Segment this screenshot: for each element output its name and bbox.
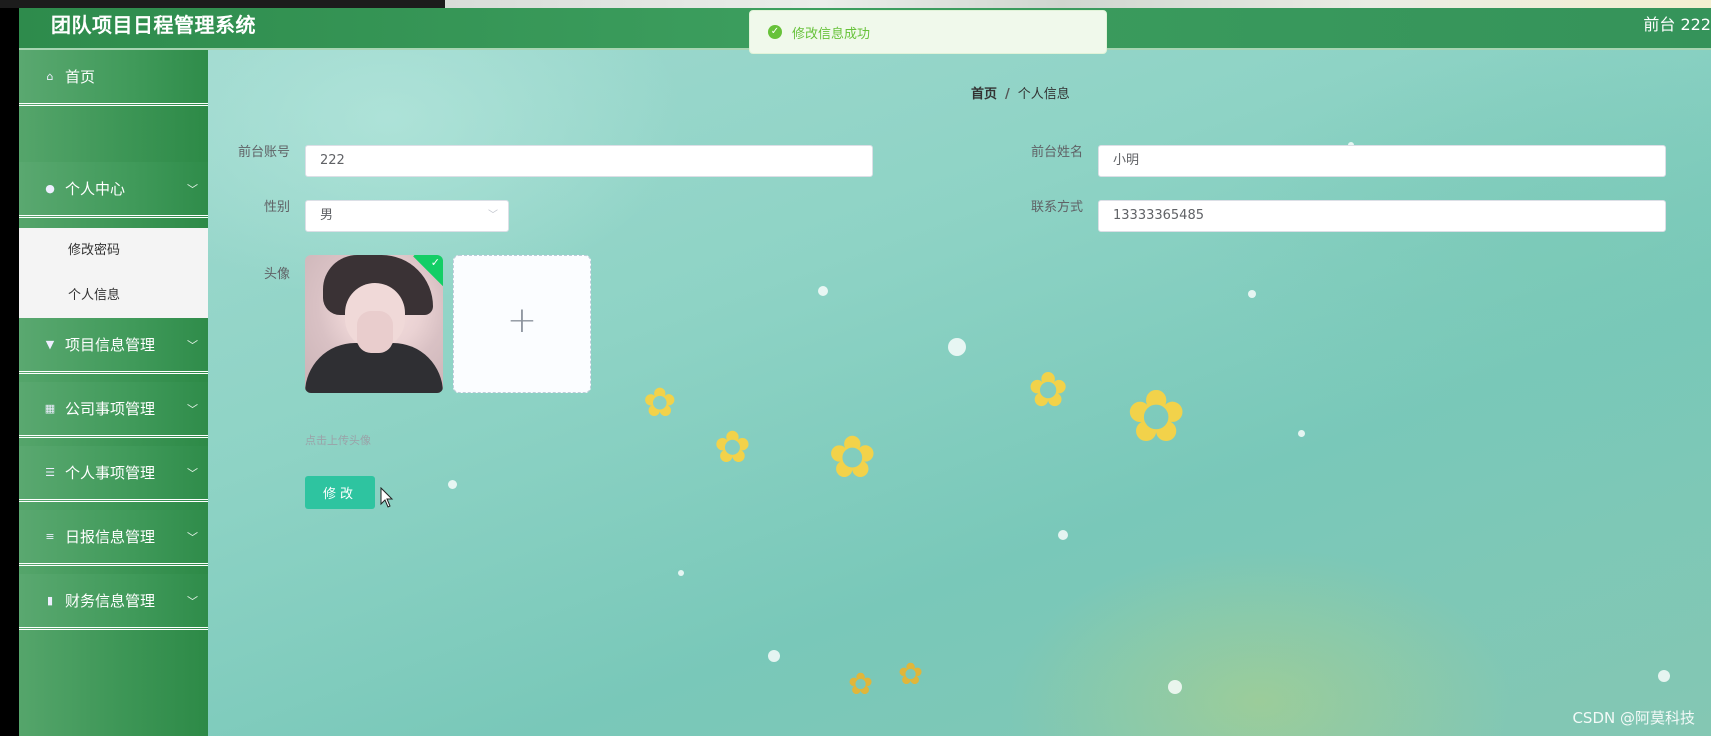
- list-icon: ☰: [45, 466, 55, 479]
- submenu-personal-center: 修改密码 个人信息: [19, 228, 208, 318]
- breadcrumb-separator: /: [1005, 87, 1010, 102]
- sliders-icon: ≡: [45, 530, 55, 543]
- flag-icon: ▼: [45, 338, 55, 351]
- plus-icon: +: [506, 300, 538, 341]
- check-circle-icon: ✓: [768, 25, 782, 39]
- avatar-hand: [357, 311, 393, 353]
- user-icon: ●: [45, 182, 55, 195]
- breadcrumb-current: 个人信息: [1017, 87, 1070, 102]
- grid-icon: ▦: [44, 402, 56, 415]
- bg-flower: ✿: [828, 423, 877, 491]
- sidebar-item-project-info[interactable]: ▼ 项目信息管理 ﹀: [19, 318, 208, 374]
- sidebar-item-label: 项目信息管理: [65, 336, 156, 354]
- mouse-cursor-icon: [380, 487, 394, 508]
- bg-bokeh: [768, 650, 780, 662]
- sidebar-subitem-personal-info[interactable]: 个人信息: [19, 273, 208, 318]
- chevron-down-icon: ﹀: [488, 210, 498, 221]
- bg-bokeh: [1248, 290, 1256, 298]
- app-title: 团队项目日程管理系统: [51, 13, 256, 37]
- submit-button[interactable]: 修改: [305, 476, 375, 509]
- home-icon: ⌂: [46, 70, 54, 83]
- sidebar-item-label: 个人事项管理: [65, 464, 156, 482]
- bg-bokeh: [1658, 670, 1670, 682]
- success-toast: ✓ 修改信息成功: [749, 10, 1107, 54]
- sidebar: ⌂ 首页 ● 个人中心 ﹀ 修改密码 个人信息 ▼ 项目信息管理 ﹀ ▦ 公司事…: [19, 50, 208, 736]
- toast-message: 修改信息成功: [792, 26, 871, 42]
- bg-flower: ✿: [714, 422, 751, 473]
- sidebar-item-label: 财务信息管理: [65, 592, 156, 610]
- phone-label: 联系方式: [1030, 200, 1083, 215]
- browser-top-strip: [0, 0, 1711, 8]
- sidebar-item-finance[interactable]: ▮ 财务信息管理 ﹀: [19, 574, 208, 630]
- avatar-upload-button[interactable]: +: [453, 255, 591, 393]
- bg-bokeh: [1298, 430, 1305, 437]
- bg-bokeh: [948, 338, 966, 356]
- bg-flower: ✿: [1028, 362, 1069, 418]
- name-input[interactable]: 小明: [1098, 145, 1666, 177]
- gender-select[interactable]: 男 ﹀: [305, 200, 509, 232]
- phone-input[interactable]: 13333365485: [1098, 200, 1666, 232]
- chevron-down-icon: ﹀: [187, 338, 198, 352]
- bg-bokeh: [818, 286, 828, 296]
- bg-bokeh: [678, 570, 684, 576]
- chevron-down-icon: ﹀: [187, 594, 198, 608]
- check-icon: ✓: [430, 256, 440, 269]
- chevron-down-icon: ﹀: [187, 182, 198, 196]
- sidebar-subitem-change-password[interactable]: 修改密码: [19, 228, 208, 273]
- breadcrumb: 首页 / 个人信息: [971, 83, 1070, 102]
- gender-label: 性别: [263, 200, 290, 215]
- sidebar-item-personal-matters[interactable]: ☰ 个人事项管理 ﹀: [19, 446, 208, 502]
- sidebar-item-company-matters[interactable]: ▦ 公司事项管理 ﹀: [19, 382, 208, 438]
- bg-bokeh: [1058, 530, 1068, 540]
- gender-select-value: 男: [320, 208, 334, 223]
- sidebar-item-label: 日报信息管理: [65, 528, 156, 546]
- bg-flower: ✿: [898, 657, 924, 692]
- sidebar-item-label: 首页: [65, 68, 96, 86]
- sidebar-item-label: 个人中心: [65, 180, 126, 198]
- bg-flower: ✿: [848, 667, 874, 702]
- avatar-label: 头像: [263, 267, 290, 282]
- bg-bokeh: [1168, 680, 1182, 694]
- name-label: 前台姓名: [1030, 145, 1083, 160]
- sidebar-item-daily-report[interactable]: ≡ 日报信息管理 ﹀: [19, 510, 208, 566]
- chevron-down-icon: ﹀: [187, 530, 198, 544]
- account-label: 前台账号: [237, 145, 290, 160]
- chart-icon: ▮: [46, 594, 54, 607]
- bg-flower: ✿: [643, 380, 677, 426]
- main-content: ✿ ✿ ✿ ✿ ✿ ✿ ✿ 首页 / 个人信息 前台账号 222 前台姓名 小明 性…: [208, 50, 1711, 736]
- bg-flower: ✿: [1126, 374, 1187, 458]
- chevron-down-icon: ﹀: [187, 402, 198, 416]
- bg-bokeh: [448, 480, 457, 489]
- account-input[interactable]: 222: [305, 145, 873, 177]
- breadcrumb-home[interactable]: 首页: [971, 87, 997, 102]
- avatar-image[interactable]: ✓: [305, 255, 443, 393]
- sidebar-item-personal-center[interactable]: ● 个人中心 ﹀: [19, 162, 208, 218]
- watermark: CSDN @阿莫科技: [1572, 709, 1695, 727]
- chevron-down-icon: ﹀: [187, 466, 198, 480]
- sidebar-item-home[interactable]: ⌂ 首页: [19, 50, 208, 106]
- sidebar-item-label: 公司事项管理: [65, 400, 156, 418]
- upload-tip: 点击上传头像: [305, 434, 371, 447]
- user-label[interactable]: 前台 222: [1643, 11, 1711, 35]
